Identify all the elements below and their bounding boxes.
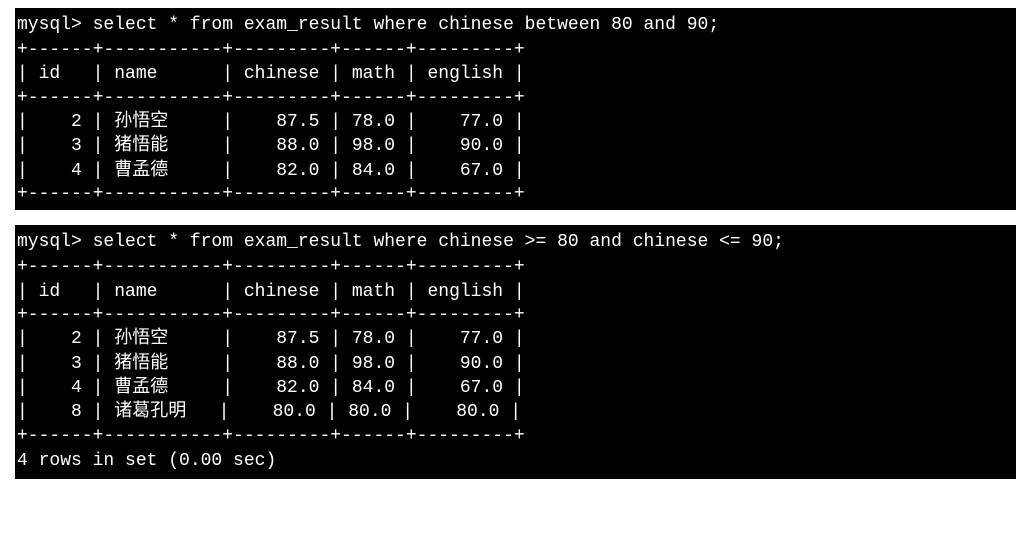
table-header: | id | name | chinese | math | english | [15, 62, 1016, 86]
table-sep: +------+-----------+---------+------+---… [15, 87, 1016, 110]
table-header: | id | name | chinese | math | english | [15, 280, 1016, 304]
sql-prompt: mysql> select * from exam_result where c… [15, 229, 1016, 256]
terminal-block-1: mysql> select * from exam_result where c… [15, 8, 1016, 210]
table-row: | 3 | 猪悟能 | 88.0 | 98.0 | 90.0 | [15, 134, 1016, 158]
table-sep: +------+-----------+---------+------+---… [15, 425, 1016, 448]
table-sep: +------+-----------+---------+------+---… [15, 183, 1016, 206]
table-row: | 4 | 曹孟德 | 82.0 | 84.0 | 67.0 | [15, 376, 1016, 400]
table-row: | 4 | 曹孟德 | 82.0 | 84.0 | 67.0 | [15, 159, 1016, 183]
table-sep: +------+-----------+---------+------+---… [15, 304, 1016, 327]
table-row: | 8 | 诸葛孔明 | 80.0 | 80.0 | 80.0 | [15, 400, 1016, 424]
table-sep: +------+-----------+---------+------+---… [15, 39, 1016, 62]
rows-in-set: 4 rows in set (0.00 sec) [15, 448, 1016, 475]
table-row: | 2 | 孙悟空 | 87.5 | 78.0 | 77.0 | [15, 110, 1016, 134]
terminal-block-2: mysql> select * from exam_result where c… [15, 225, 1016, 479]
sql-prompt: mysql> select * from exam_result where c… [15, 12, 1016, 39]
table-sep: +------+-----------+---------+------+---… [15, 256, 1016, 279]
table-row: | 2 | 孙悟空 | 87.5 | 78.0 | 77.0 | [15, 327, 1016, 351]
table-row: | 3 | 猪悟能 | 88.0 | 98.0 | 90.0 | [15, 352, 1016, 376]
